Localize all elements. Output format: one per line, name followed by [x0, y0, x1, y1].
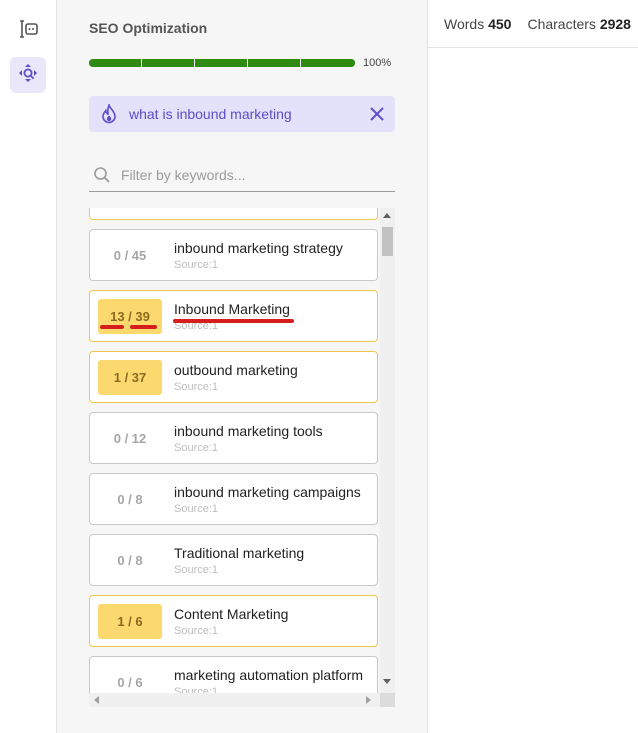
keyword-card[interactable]: 0 / 45 inbound marketing strategy Source… — [89, 229, 378, 281]
word-count: Words 450 — [444, 16, 511, 32]
keyword-card-partial[interactable] — [89, 208, 378, 220]
keyword-filter — [89, 158, 395, 192]
search-icon — [91, 164, 113, 186]
target-keyword-chip: what is inbound marketing — [89, 96, 395, 132]
keyword-card[interactable]: 0 / 8 inbound marketing campaigns Source… — [89, 473, 378, 525]
character-count-value: 2928 — [599, 15, 631, 32]
progress-percent: 100% — [363, 57, 392, 69]
panel-title: SEO Optimization — [89, 20, 208, 36]
keyword-source: Source:1 — [174, 381, 219, 393]
keyword-count: 1 / 37 — [98, 360, 162, 395]
text-cursor-icon — [17, 18, 39, 45]
annotation-underline — [130, 325, 157, 329]
keyword-term: outbound marketing — [174, 362, 298, 378]
keyword-card[interactable]: 1 / 37 outbound marketing Source:1 — [89, 351, 378, 403]
progress-divider — [247, 59, 248, 67]
keyword-source: Source:1 — [174, 503, 219, 515]
keyword-source: Source:1 — [174, 564, 219, 576]
keyword-term: inbound marketing campaigns — [174, 484, 361, 500]
flame-icon — [99, 103, 119, 125]
progress-fill — [89, 59, 355, 67]
scroll-down-icon[interactable] — [383, 679, 391, 684]
keyword-count: 0 / 8 — [117, 553, 143, 568]
vertical-scrollbar[interactable] — [380, 208, 395, 693]
seo-target-button[interactable] — [10, 57, 46, 93]
keyword-source: Source:1 — [174, 259, 219, 271]
character-count: Characters 2928 — [527, 16, 631, 32]
keyword-term: marketing automation platform — [174, 667, 364, 683]
keyword-filter-input[interactable] — [121, 166, 381, 183]
keyword-count: 0 / 45 — [113, 248, 147, 263]
horizontal-scrollbar[interactable] — [89, 693, 395, 707]
text-cursor-button[interactable] — [10, 13, 46, 49]
progress-divider — [141, 59, 142, 67]
scroll-thumb[interactable] — [382, 227, 393, 256]
scroll-left-icon[interactable] — [94, 696, 99, 704]
annotation-underline — [100, 325, 124, 329]
keyword-term: Traditional marketing — [174, 545, 305, 561]
word-count-label: Words — [444, 15, 485, 32]
annotation-underline — [173, 319, 294, 323]
keyword-count: 1 / 6 — [98, 604, 162, 639]
keyword-source: Source:1 — [174, 625, 219, 637]
keyword-term: inbound marketing strategy — [174, 240, 343, 256]
scroll-right-icon[interactable] — [366, 696, 371, 704]
keyword-term: Content Marketing — [174, 606, 289, 622]
keyword-source: Source:1 — [174, 442, 219, 454]
close-icon[interactable] — [359, 96, 395, 132]
seo-progress-bar — [89, 59, 355, 67]
keyword-count: 0 / 8 — [117, 492, 143, 507]
keyword-term: Inbound Marketing — [174, 301, 290, 317]
keyword-card[interactable]: 1 / 6 Content Marketing Source:1 — [89, 595, 378, 647]
word-count-value: 450 — [488, 15, 512, 32]
left-rail — [0, 0, 57, 733]
target-icon — [17, 62, 39, 89]
progress-divider — [194, 59, 195, 67]
keyword-list[interactable]: 0 / 45 inbound marketing strategy Source… — [89, 208, 395, 707]
progress-divider — [300, 59, 301, 67]
keyword-card[interactable]: 13 / 39 Inbound Marketing Source:1 — [89, 290, 378, 342]
document-stats: Words 450 Characters 2928 — [428, 0, 638, 48]
seo-panel: SEO Optimization 100% what is inbound ma… — [57, 0, 428, 733]
character-count-label: Characters — [527, 15, 596, 32]
keyword-count: 0 / 12 — [113, 431, 147, 446]
keyword-card[interactable]: 0 / 8 Traditional marketing Source:1 — [89, 534, 378, 586]
keyword-card[interactable]: 0 / 12 inbound marketing tools Source:1 — [89, 412, 378, 464]
keyword-term: inbound marketing tools — [174, 423, 323, 439]
target-keyword-text: what is inbound marketing — [129, 106, 292, 122]
scroll-up-icon[interactable] — [383, 213, 391, 218]
scrollbar-corner — [380, 693, 395, 707]
